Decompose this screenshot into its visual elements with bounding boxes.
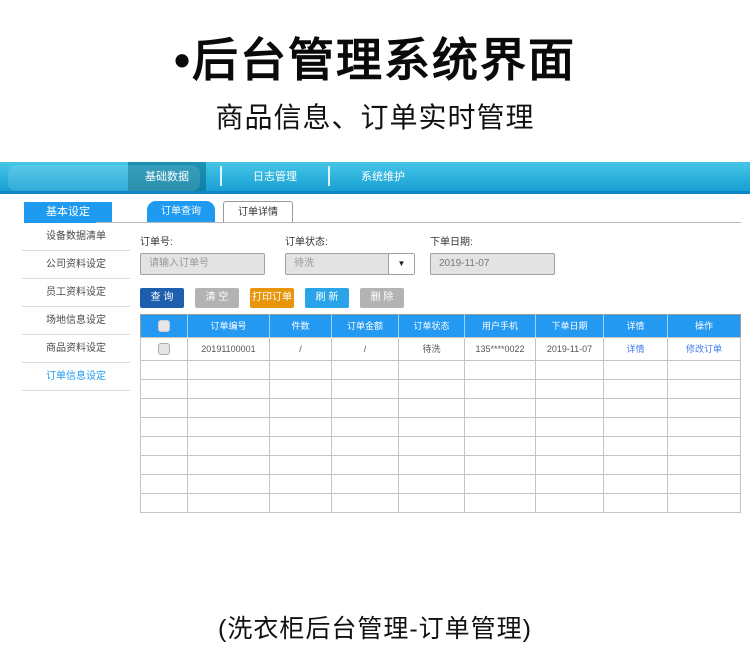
bottom-caption: (洗衣柜后台管理-订单管理) [0,609,750,645]
table-header-row: 订单编号 件数 订单金额 订单状态 用户手机 下单日期 详情 操作 [141,314,741,337]
nav-separator [328,166,330,186]
cell-amount: / [332,337,399,360]
top-navbar: 基础数据 日志管理 系统维护 [0,162,750,194]
cell-qty: / [270,337,332,360]
header-amount: 订单金额 [332,314,399,337]
header-status: 订单状态 [399,314,465,337]
hero-section: •后台管理系统界面 商品信息、订单实时管理 [0,0,750,136]
detail-link[interactable]: 详情 [626,344,644,354]
nav-tab-system-maintenance[interactable]: 系统维护 [344,162,422,191]
empty-table-row [141,360,741,379]
sidebar-item-site-info[interactable]: 场地信息设定 [22,307,130,335]
cell-phone: 135****0022 [465,337,536,360]
page-title: •后台管理系统界面 [0,34,750,87]
filter-row: 订单号: 订单状态: 待洗 ▼ 下单日期: [140,233,741,275]
logo-placeholder [8,165,200,191]
sidebar-header-basic-settings[interactable]: 基本设定 [24,202,112,223]
table-row: 20191100001 / / 待洗 135****0022 2019-11-0… [141,337,741,360]
orders-table: 订单编号 件数 订单金额 订单状态 用户手机 下单日期 详情 操作 201911… [140,314,741,513]
print-order-button[interactable]: 打印订单 [250,288,294,308]
query-button[interactable]: 查 询 [140,288,184,308]
filter-order-status: 订单状态: 待洗 ▼ [285,233,415,275]
order-status-value: 待洗 [286,254,388,274]
filter-order-no: 订单号: [140,233,265,275]
order-no-label: 订单号: [140,233,265,248]
cell-date: 2019-11-07 [536,337,604,360]
cell-order-no: 20191100001 [188,337,270,360]
select-all-checkbox[interactable] [158,320,170,332]
empty-table-row [141,417,741,436]
refresh-button[interactable]: 刷 新 [305,288,349,308]
modify-order-link[interactable]: 修改订单 [686,344,722,354]
empty-table-row [141,455,741,474]
sidebar-item-product-info[interactable]: 商品资料设定 [22,335,130,363]
row-checkbox[interactable] [158,343,170,355]
main-panel: 基本设定 设备数据清单 公司资料设定 员工资料设定 场地信息设定 商品资料设定 … [0,194,750,513]
order-no-input[interactable] [140,253,265,275]
clear-button[interactable]: 清 空 [195,288,239,308]
header-date: 下单日期 [536,314,604,337]
nav-tab-log-management[interactable]: 日志管理 [236,162,314,191]
sidebar-item-device-data-list[interactable]: 设备数据清单 [22,223,130,251]
order-status-label: 订单状态: [285,233,415,248]
order-date-input[interactable] [430,253,555,275]
header-detail: 详情 [604,314,668,337]
content-tab-row: 订单查询 订单详情 [140,202,741,223]
select-all-header-cell [141,314,188,337]
sidebar-item-employee-info[interactable]: 员工资料设定 [22,279,130,307]
page-subtitle: 商品信息、订单实时管理 [0,96,750,136]
dropdown-button[interactable]: ▼ [388,254,414,274]
action-button-row: 查 询 清 空 打印订单 刷 新 删 除 [140,288,741,308]
nav-tabs: 基础数据 日志管理 系统维护 [128,162,750,191]
empty-table-row [141,398,741,417]
header-action: 操作 [668,314,741,337]
header-phone: 用户手机 [465,314,536,337]
content-area: 订单查询 订单详情 订单号: 订单状态: 待洗 ▼ 下单日期: [140,202,741,513]
empty-table-row [141,436,741,455]
header-qty: 件数 [270,314,332,337]
cell-status: 待洗 [399,337,465,360]
chevron-down-icon: ▼ [398,259,406,268]
sidebar-item-order-info[interactable]: 订单信息设定 [22,363,130,391]
nav-separator [220,166,222,186]
empty-table-row [141,379,741,398]
sidebar: 基本设定 设备数据清单 公司资料设定 员工资料设定 场地信息设定 商品资料设定 … [22,202,130,513]
delete-button[interactable]: 删 除 [360,288,404,308]
empty-table-row [141,493,741,512]
empty-table-row [141,474,741,493]
order-date-label: 下单日期: [430,233,555,248]
tab-order-query[interactable]: 订单查询 [147,201,215,222]
order-status-select[interactable]: 待洗 ▼ [285,253,415,275]
header-order-no: 订单编号 [188,314,270,337]
sidebar-item-company-info[interactable]: 公司资料设定 [22,251,130,279]
tab-order-detail[interactable]: 订单详情 [223,201,293,222]
filter-order-date: 下单日期: [430,233,555,275]
